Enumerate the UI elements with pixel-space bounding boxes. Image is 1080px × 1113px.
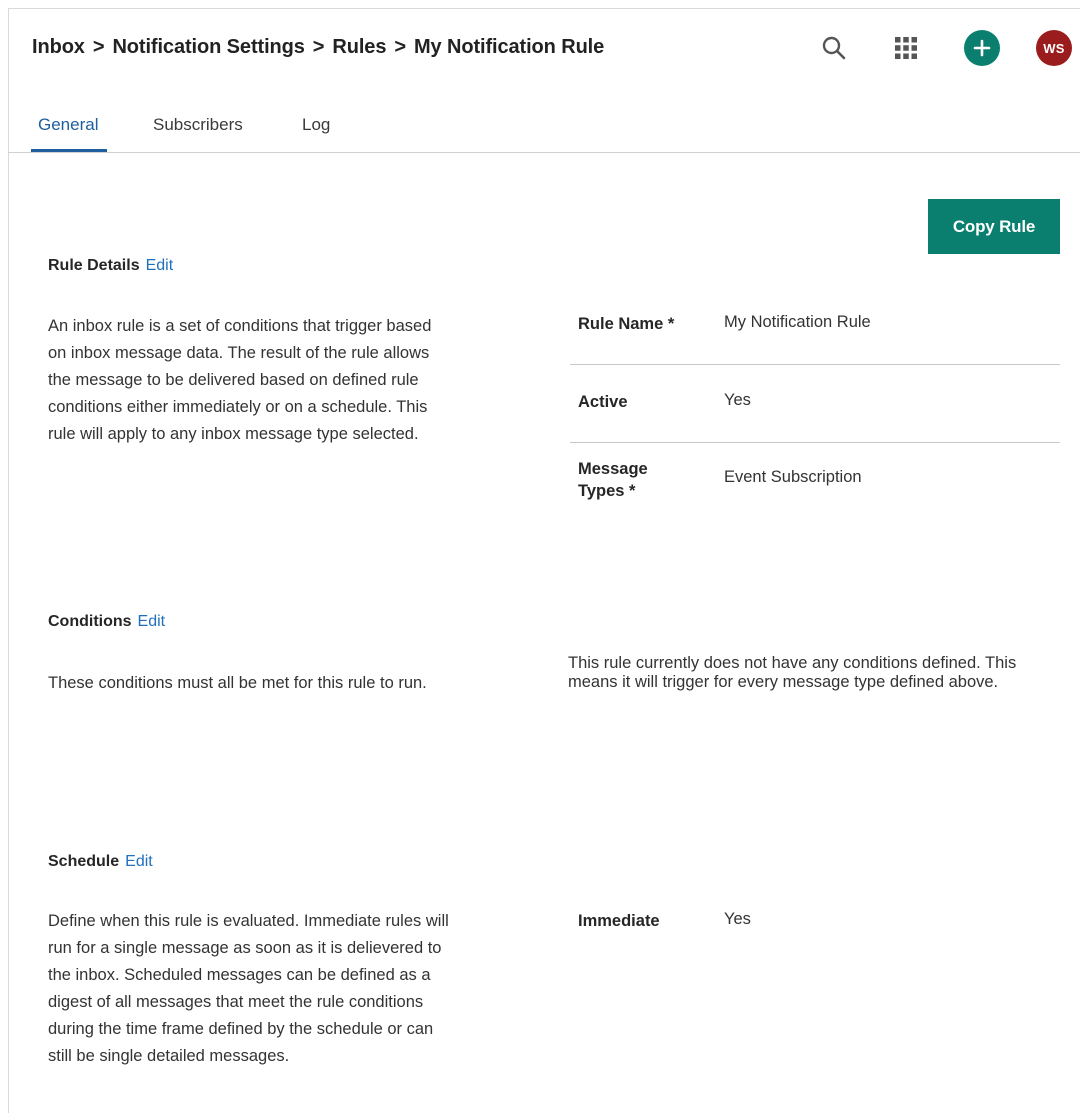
conditions-edit-link[interactable]: Edit (138, 613, 166, 630)
tab-bar: General Subscribers Log (8, 95, 1080, 153)
breadcrumb-item-rules[interactable]: Rules (332, 36, 386, 58)
conditions-empty-note: This rule currently does not have any co… (568, 654, 1017, 691)
breadcrumb: Inbox > Notification Settings > Rules > My Not… (32, 36, 604, 59)
breadcrumb-separator: > (394, 36, 406, 58)
rule-name-label: Rule Name * (578, 315, 675, 333)
conditions-description: These conditions must all be met for thi… (48, 674, 427, 692)
immediate-label: Immediate (578, 912, 660, 930)
tab-general[interactable]: General (38, 115, 98, 135)
rule-details-description: An inbox rule is a set of conditions tha… (48, 317, 432, 443)
field-divider (570, 364, 1060, 365)
message-types-label: Message Types * (578, 460, 648, 500)
active-value: Yes (724, 391, 751, 409)
breadcrumb-separator: > (312, 36, 325, 58)
breadcrumb-item-inbox[interactable]: Inbox (32, 36, 85, 58)
conditions-heading: Conditions Edit (48, 613, 165, 631)
breadcrumb-separator: > (92, 36, 105, 58)
tab-log[interactable]: Log (302, 115, 330, 135)
avatar-initials: WS (1036, 30, 1072, 66)
schedule-title: Schedule (48, 853, 120, 870)
page-header: Inbox > Notification Settings > Rules > My Not… (0, 0, 1080, 95)
conditions-title: Conditions (48, 613, 132, 630)
search-icon[interactable] (816, 30, 852, 66)
plus-icon (964, 30, 1000, 66)
breadcrumb-item-current: My Notification Rule (413, 36, 605, 58)
message-types-value: Event Subscription (724, 468, 862, 486)
add-button[interactable] (964, 30, 1000, 66)
field-divider (570, 442, 1060, 443)
immediate-value: Yes (724, 910, 751, 928)
schedule-description: Define when this rule is evaluated. Imme… (48, 912, 449, 1065)
breadcrumb-item-notification-settings[interactable]: Notification Settings (112, 36, 304, 58)
apps-grid-icon[interactable] (888, 30, 924, 66)
rule-details-heading: Rule Details Edit (48, 257, 173, 275)
tab-subscribers[interactable]: Subscribers (153, 115, 243, 135)
rule-details-title: Rule Details (48, 257, 140, 274)
avatar[interactable]: WS (1036, 30, 1072, 66)
active-tab-indicator (31, 149, 107, 152)
schedule-edit-link[interactable]: Edit (125, 853, 153, 870)
copy-rule-button[interactable]: Copy Rule (928, 199, 1060, 254)
schedule-heading: Schedule Edit (48, 853, 153, 871)
rule-name-value: My Notification Rule (724, 313, 871, 331)
active-label: Active (578, 393, 628, 411)
rule-details-edit-link[interactable]: Edit (146, 257, 174, 274)
